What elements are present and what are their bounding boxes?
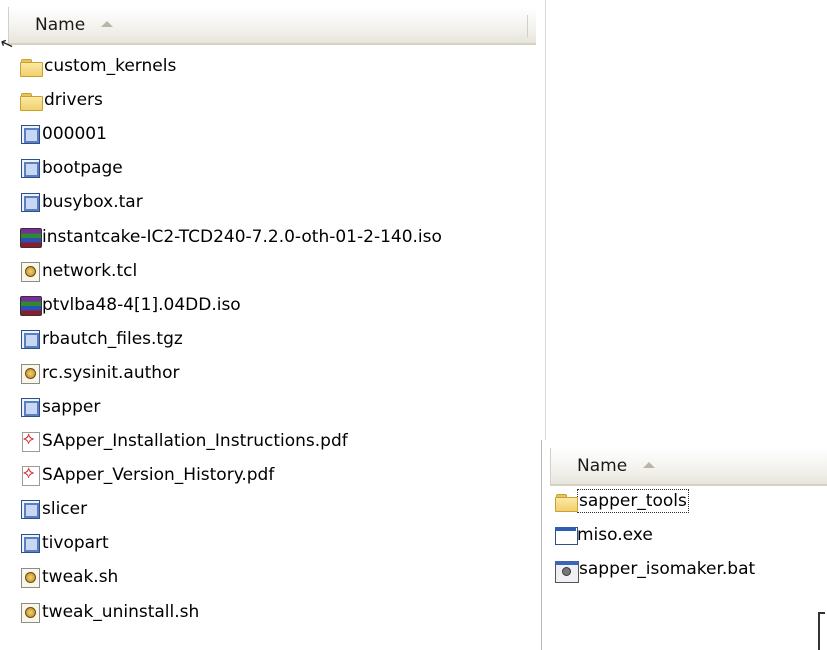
file-name: slicer bbox=[42, 499, 88, 520]
script-file-icon bbox=[20, 567, 40, 589]
pdf-icon bbox=[20, 429, 40, 453]
file-row-sapper-isomaker[interactable]: sapper_isomaker.bat bbox=[555, 552, 755, 586]
file-name: network.tcl bbox=[42, 260, 138, 281]
file-name: rc.sysinit.author bbox=[42, 362, 180, 383]
file-row-version-history-pdf[interactable]: SApper_Version_History.pdf bbox=[20, 458, 442, 492]
column-divider[interactable] bbox=[527, 15, 528, 37]
column-header-label: Name bbox=[577, 456, 628, 476]
file-name: miso.exe bbox=[577, 525, 653, 545]
file-name: sapper_isomaker.bat bbox=[579, 559, 756, 579]
application-file-icon bbox=[20, 192, 40, 213]
file-row-miso-exe[interactable]: miso.exe bbox=[555, 518, 755, 552]
file-row-installation-pdf[interactable]: SApper_Installation_Instructions.pdf bbox=[20, 424, 442, 458]
sort-ascending-icon bbox=[101, 21, 114, 27]
file-row-drivers[interactable]: drivers bbox=[20, 83, 442, 117]
file-row-instantcake-iso[interactable]: instantcake-IC2-TCD240-7.2.0-oth-01-2-14… bbox=[20, 219, 442, 253]
file-row-bootpage[interactable]: bootpage bbox=[20, 151, 442, 185]
application-file-icon bbox=[20, 124, 40, 145]
file-name: ptvlba48-4[1].04DD.iso bbox=[42, 294, 241, 315]
script-file-icon bbox=[20, 261, 40, 282]
script-file-icon bbox=[20, 363, 40, 384]
file-name: custom_kernels bbox=[44, 56, 177, 77]
column-header-label: Name bbox=[35, 15, 86, 35]
sort-ascending-icon bbox=[643, 462, 656, 468]
script-file-icon bbox=[20, 602, 40, 623]
file-row-busybox[interactable]: busybox.tar bbox=[20, 185, 442, 219]
application-file-icon bbox=[20, 329, 40, 349]
right-file-pane: Name sapper_tools miso.exe sapper_isomak… bbox=[541, 440, 827, 650]
pdf-icon bbox=[20, 463, 40, 487]
application-file-icon bbox=[20, 533, 40, 554]
file-name: tivopart bbox=[42, 533, 109, 554]
file-row-tweak-sh[interactable]: tweak.sh bbox=[20, 560, 442, 594]
file-name: 000001 bbox=[42, 124, 107, 145]
file-row-network-tcl[interactable]: network.tcl bbox=[20, 254, 442, 288]
file-row-custom-kernels[interactable]: custom_kernels bbox=[20, 49, 442, 83]
file-name: sapper bbox=[42, 396, 101, 417]
executable-icon bbox=[555, 525, 578, 545]
file-row-rbautch-files[interactable]: rbautch_files.tgz bbox=[20, 322, 442, 356]
file-row-slicer[interactable]: slicer bbox=[20, 492, 442, 526]
file-name: tweak_uninstall.sh bbox=[42, 601, 200, 622]
file-row-tweak-uninstall-sh[interactable]: tweak_uninstall.sh bbox=[20, 595, 442, 629]
left-file-pane: Name custom_kernels drivers 000001 bootp… bbox=[0, 0, 546, 650]
file-row-rc-sysinit[interactable]: rc.sysinit.author bbox=[20, 356, 442, 390]
name-column-header[interactable]: Name bbox=[550, 448, 827, 486]
name-column-header[interactable]: Name bbox=[8, 7, 536, 45]
file-list: custom_kernels drivers 000001 bootpage b… bbox=[20, 49, 442, 629]
application-file-icon bbox=[20, 158, 40, 179]
file-name: bootpage bbox=[42, 158, 123, 179]
file-name: tweak.sh bbox=[42, 567, 119, 588]
file-list: sapper_tools miso.exe sapper_isomaker.ba… bbox=[555, 484, 755, 586]
file-name: drivers bbox=[44, 90, 103, 111]
folder-icon bbox=[20, 56, 43, 78]
batch-file-icon bbox=[555, 559, 579, 583]
file-row-tivopart[interactable]: tivopart bbox=[20, 526, 442, 560]
file-name: SApper_Installation_Instructions.pdf bbox=[42, 431, 348, 452]
file-name: busybox.tar bbox=[42, 192, 143, 213]
rar-archive-icon bbox=[20, 227, 42, 248]
application-file-icon bbox=[20, 499, 40, 520]
file-row-sapper-tools[interactable]: sapper_tools bbox=[555, 484, 755, 518]
mouse-cursor-icon bbox=[818, 612, 825, 650]
file-name: rbautch_files.tgz bbox=[42, 328, 183, 349]
file-name: instantcake-IC2-TCD240-7.2.0-oth-01-2-14… bbox=[42, 226, 442, 247]
rar-archive-icon bbox=[20, 295, 42, 316]
file-row-000001[interactable]: 000001 bbox=[20, 117, 442, 151]
file-row-sapper[interactable]: sapper bbox=[20, 390, 442, 424]
file-name: SApper_Version_History.pdf bbox=[42, 465, 275, 486]
folder-icon bbox=[555, 491, 578, 512]
file-name: sapper_tools bbox=[577, 489, 689, 513]
application-file-icon bbox=[20, 397, 40, 417]
folder-icon bbox=[20, 90, 43, 112]
file-row-ptvlba48-iso[interactable]: ptvlba48-4[1].04DD.iso bbox=[20, 288, 442, 322]
